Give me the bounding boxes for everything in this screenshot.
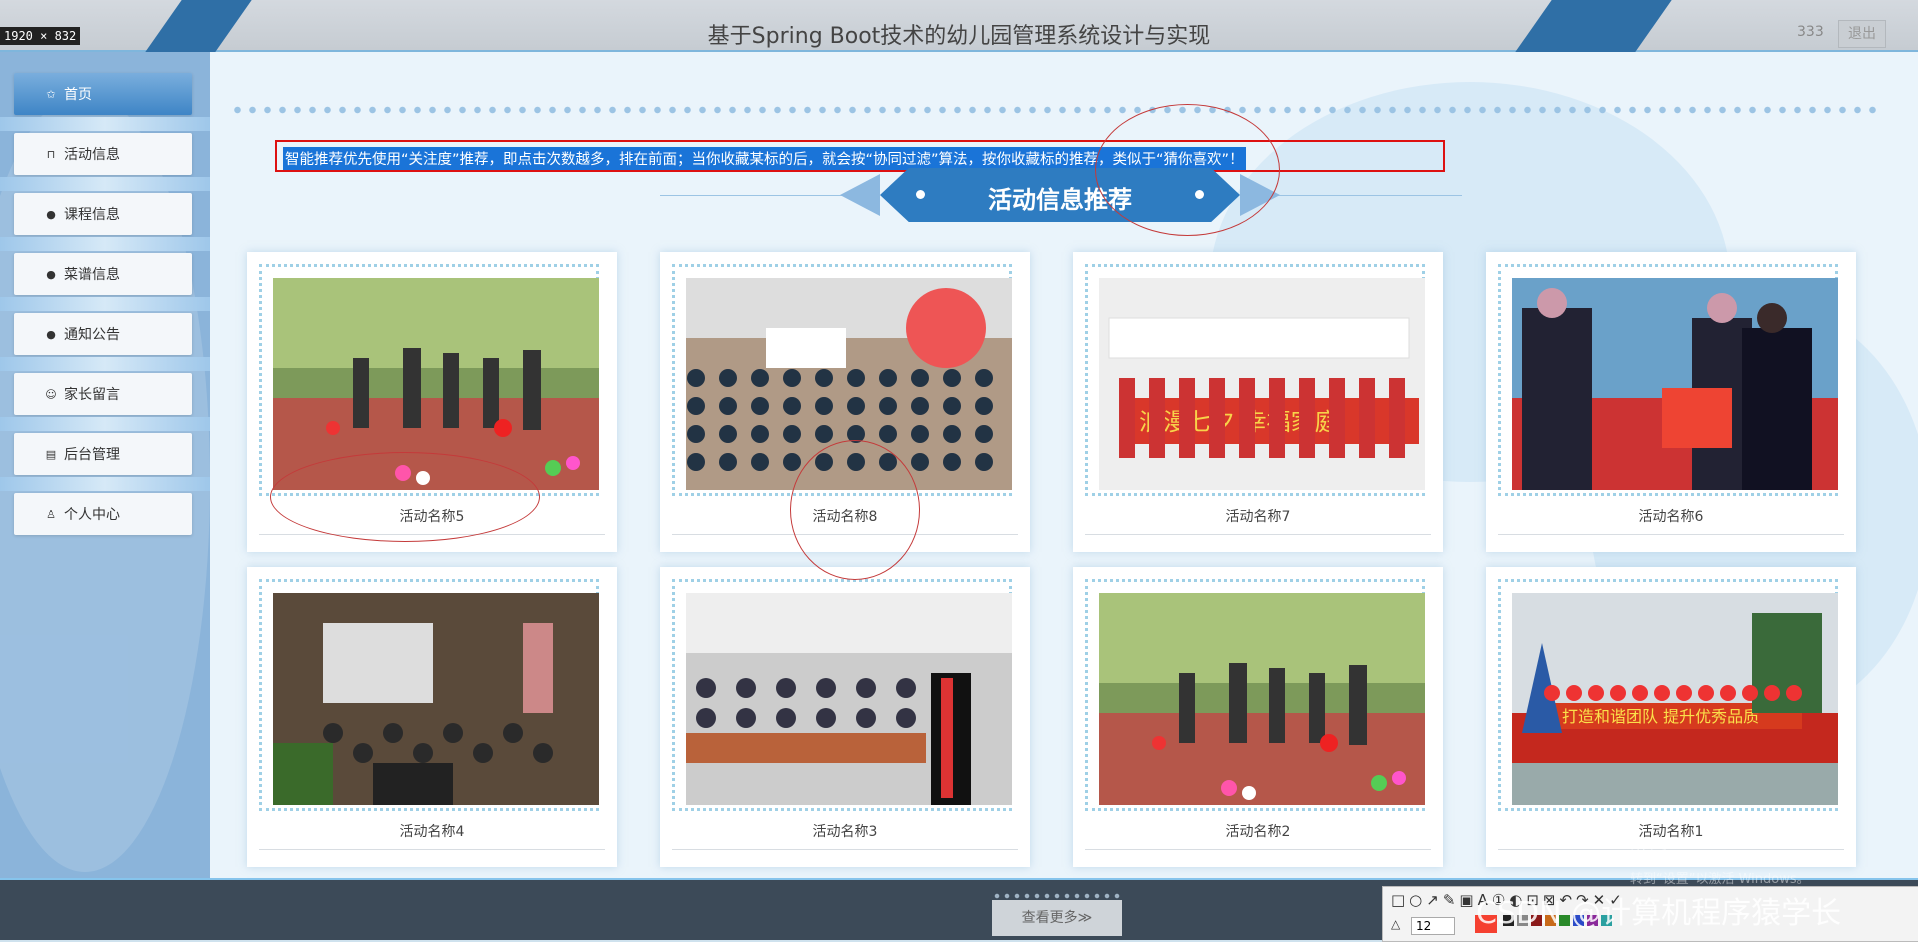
annotation-ellipse [270,452,540,542]
sidebar-item-2[interactable]: ⊓ 活动信息 [14,133,192,175]
activity-name[interactable]: 活动名称3 [660,821,1030,841]
activity-name[interactable]: 活动名称4 [247,821,617,841]
sidebar-item-5[interactable]: ● 通知公告 [14,313,192,355]
activity-photo[interactable] [273,593,599,805]
card-divider [1085,534,1431,535]
windows-activation-title: 激活 Windows [1630,848,1759,870]
dotted-divider [230,106,1880,114]
sidebar-item-label: 课程信息 [64,207,120,223]
activity-photo[interactable]: 浪漫七夕 幸福家庭 [1099,278,1425,490]
activity-card[interactable]: 活动名称3 [660,567,1030,867]
nav-separator [0,477,210,491]
nav-separator [0,417,210,431]
title-line-left [660,195,850,196]
annotation-ellipse [1095,104,1280,236]
page-title: 基于Spring Boot技术的幼儿园管理系统设计与实现 [707,24,1211,49]
card-divider [1085,849,1431,850]
sidebar-item-6[interactable]: ☺ 家长留言 [14,373,192,415]
title-line-right [1272,195,1462,196]
sidebar-item-label: 菜谱信息 [64,267,120,283]
view-more-button[interactable]: 查看更多≫ [992,900,1122,936]
logout-button[interactable]: 退出 [1838,20,1886,48]
activity-photo[interactable] [1512,278,1838,490]
card-divider [1498,534,1844,535]
title-bar: 基于Spring Boot技术的幼儿园管理系统设计与实现 333 退出 [0,0,1918,62]
sidebar-item-1[interactable]: ✩ 首页 [14,73,192,115]
activity-card[interactable]: 活动名称2 [1073,567,1443,867]
activity-card[interactable]: 打造和谐团队 提升优秀品质活动名称1 [1486,567,1856,867]
dotted-divider [992,893,1122,899]
sidebar-item-label: 通知公告 [64,327,120,343]
activity-name[interactable]: 活动名称2 [1073,821,1443,841]
nav-separator [0,237,210,251]
card-divider [672,849,1018,850]
help-circle-icon: ● [46,267,56,281]
sidebar-item-label: 首页 [64,87,92,103]
annotation-ellipse [790,440,920,580]
star-icon: ✩ [46,87,56,101]
svg-text:打造和谐团队 提升优秀品质: 打造和谐团队 提升优秀品质 [1562,707,1759,726]
sidebar-item-label: 活动信息 [64,147,120,163]
nav-separator [0,117,210,131]
sidebar-item-label: 家长留言 [64,387,120,403]
info-circle-icon: ● [46,207,56,221]
nav-separator [0,297,210,311]
card-divider [259,849,605,850]
csdn-watermark: CSDN @计算机程序猿学长 [1476,896,1842,931]
activity-photo[interactable] [686,593,1012,805]
smile-icon: ☺ [45,387,57,401]
gift-icon: ▤ [45,447,57,461]
activity-card[interactable]: 浪漫七夕 幸福家庭活动名称7 [1073,252,1443,552]
sidebar-item-label: 后台管理 [64,447,120,463]
user-id: 333 [1797,24,1824,40]
lock-icon: ⊓ [46,147,56,161]
user-icon: ♙ [46,507,56,521]
nav-separator [0,357,210,371]
sidebar-item-8[interactable]: ♙ 个人中心 [14,493,192,535]
activity-photo[interactable] [1099,593,1425,805]
activity-photo[interactable]: 打造和谐团队 提升优秀品质 [1512,593,1838,805]
activity-name[interactable]: 活动名称1 [1486,821,1856,841]
sidebar-item-label: 个人中心 [64,507,120,523]
sidebar-item-3[interactable]: ● 课程信息 [14,193,192,235]
activity-card[interactable]: 活动名称4 [247,567,617,867]
nav-separator [0,177,210,191]
activity-name[interactable]: 活动名称6 [1486,506,1856,526]
activity-name[interactable]: 活动名称7 [1073,506,1443,526]
pen-size-icon: △ [1391,917,1401,931]
sidebar-item-7[interactable]: ▤ 后台管理 [14,433,192,475]
sidebar-item-4[interactable]: ● 菜谱信息 [14,253,192,295]
info-circle-icon: ● [46,327,56,341]
activity-card[interactable]: 活动名称6 [1486,252,1856,552]
font-size-select[interactable]: 12 [1411,917,1455,935]
screen-size-tag: 1920 × 832 [0,27,81,45]
windows-activation-sub: 转到“设置”以激活 Windows。 [1630,872,1810,887]
